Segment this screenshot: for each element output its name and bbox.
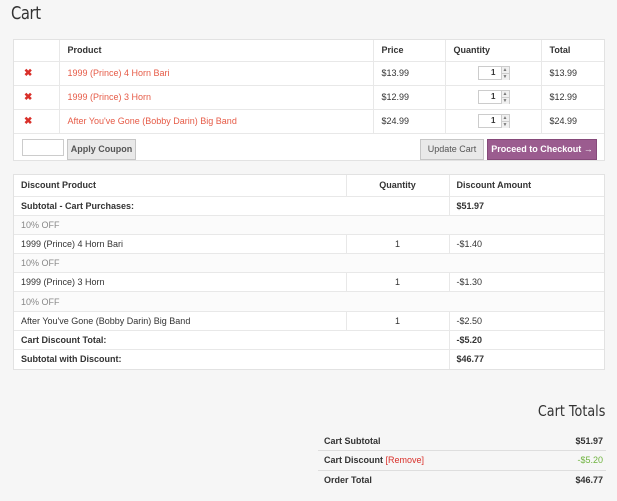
cart-price: $24.99 (373, 109, 446, 134)
cart-quantity-cell: 1 ▲ ▼ (445, 61, 542, 86)
discount-header-quantity: Quantity (346, 175, 450, 197)
cart-totals-table: Cart Subtotal $51.97 Cart Discount [Remo… (318, 431, 606, 490)
discount-subtotal-value: $51.97 (448, 196, 604, 216)
quantity-input[interactable]: 1 (479, 91, 501, 103)
quantity-input[interactable]: 1 (479, 67, 501, 79)
discount-percent: 10% OFF (14, 215, 604, 235)
discount-quantity: 1 (345, 234, 450, 255)
totals-discount-row: Cart Discount [Remove] -$5.20 (318, 450, 606, 471)
decrement-icon[interactable]: ▼ (501, 98, 509, 104)
totals-subtotal-label: Cart Subtotal (318, 431, 536, 451)
discount-header-row: Discount Product Quantity Discount Amoun… (14, 175, 604, 197)
discount-amount: -$1.40 (449, 234, 604, 255)
discount-total-row: Cart Discount Total: -$5.20 (14, 330, 604, 351)
cart-line-total: $12.99 (541, 85, 604, 110)
remove-discount-link[interactable]: [Remove] (386, 455, 425, 465)
discount-product: 1999 (Prince) 4 Horn Bari (14, 234, 346, 255)
totals-discount-value: -$5.20 (535, 450, 606, 471)
discount-percent-row: 10% OFF (14, 253, 604, 274)
subtotal-with-discount-row: Subtotal with Discount: $46.77 (14, 349, 604, 369)
cart-row: ✖ After You've Gone (Bobby Darin) Big Ba… (14, 109, 604, 134)
subtotal-with-discount-value: $46.77 (448, 349, 604, 369)
discount-header-amount: Discount Amount (449, 175, 604, 197)
quantity-spinner[interactable]: ▲ ▼ (500, 115, 509, 128)
quantity-spinner[interactable]: ▲ ▼ (500, 91, 509, 104)
discount-amount: -$2.50 (449, 311, 604, 331)
discount-total-label: Cart Discount Total: (14, 330, 449, 351)
discount-item-row: After You've Gone (Bobby Darin) Big Band… (14, 311, 604, 331)
discount-quantity: 1 (345, 311, 450, 331)
increment-icon[interactable]: ▲ (501, 91, 509, 98)
order-total-label: Order Total (324, 475, 372, 485)
cart-row: ✖ 1999 (Prince) 3 Horn $12.99 1 ▲ ▼ $12.9… (14, 85, 604, 110)
cart-price: $13.99 (373, 61, 446, 86)
totals-discount-label: Cart Discount (324, 455, 384, 466)
order-total-value: $46.77 (575, 475, 603, 485)
discount-header-product: Discount Product (14, 175, 347, 197)
cart-panel: Product Price Quantity Total ✖ 1999 (Pri… (13, 39, 605, 161)
discount-quantity: 1 (345, 272, 450, 293)
increment-icon[interactable]: ▲ (501, 115, 509, 122)
cart-line-total: $13.99 (541, 61, 604, 86)
cart-header-price: Price (373, 40, 446, 62)
discount-total-value: -$5.20 (448, 330, 604, 351)
remove-item-icon[interactable]: ✖ (14, 85, 60, 110)
quantity-stepper[interactable]: 1 ▲ ▼ (477, 114, 510, 128)
subtotal-with-discount-label: Subtotal with Discount: (21, 354, 122, 365)
discount-subtotal-label: Subtotal - Cart Purchases: (14, 196, 449, 216)
decrement-icon[interactable]: ▼ (501, 74, 509, 80)
cart-quantity-cell: 1 ▲ ▼ (445, 85, 542, 110)
cart-table: Product Price Quantity Total ✖ 1999 (Pri… (14, 40, 604, 134)
cart-actions: Apply Coupon Update Cart Proceed to Chec… (14, 134, 604, 160)
cart-product-cell: 1999 (Prince) 4 Horn Bari (59, 61, 374, 86)
remove-item-icon[interactable]: ✖ (14, 109, 60, 134)
remove-item-icon[interactable]: ✖ (14, 61, 60, 86)
discount-product: 1999 (Prince) 3 Horn (14, 272, 346, 293)
product-link[interactable]: After You've Gone (Bobby Darin) Big Band (68, 116, 237, 126)
discount-percent-row: 10% OFF (14, 215, 604, 235)
update-cart-button[interactable]: Update Cart (420, 138, 484, 160)
product-link[interactable]: 1999 (Prince) 3 Horn (68, 92, 152, 102)
cart-line-total: $24.99 (541, 109, 604, 134)
discount-panel: Discount Product Quantity Discount Amoun… (13, 174, 605, 370)
discount-subtotal-row: Subtotal - Cart Purchases: $51.97 (14, 196, 604, 216)
totals-subtotal-value: $51.97 (535, 431, 606, 451)
discount-table: Discount Product Quantity Discount Amoun… (14, 175, 604, 369)
product-link[interactable]: 1999 (Prince) 4 Horn Bari (68, 68, 170, 78)
coupon-input[interactable] (22, 138, 64, 156)
cart-totals-title: Cart Totals (537, 402, 605, 420)
apply-coupon-button[interactable]: Apply Coupon (67, 138, 136, 160)
totals-discount-label-cell: Cart Discount [Remove] (318, 450, 536, 471)
decrement-icon[interactable]: ▼ (501, 122, 509, 128)
discount-item-row: 1999 (Prince) 4 Horn Bari 1 -$1.40 (14, 234, 604, 255)
increment-icon[interactable]: ▲ (501, 67, 509, 74)
order-total-row: Order Total $46.77 (318, 470, 606, 490)
cart-price: $12.99 (373, 85, 446, 110)
discount-product: After You've Gone (Bobby Darin) Big Band (14, 311, 346, 331)
cart-product-cell: 1999 (Prince) 3 Horn (59, 85, 374, 110)
cart-header-product: Product (59, 40, 374, 62)
cart-row: ✖ 1999 (Prince) 4 Horn Bari $13.99 1 ▲ ▼ … (14, 61, 604, 86)
cart-header-row: Product Price Quantity Total (14, 40, 604, 62)
cart-header-remove (14, 40, 60, 62)
cart-header-total: Total (541, 40, 604, 62)
totals-subtotal-row: Cart Subtotal $51.97 (318, 431, 606, 451)
quantity-input[interactable]: 1 (479, 115, 501, 127)
quantity-stepper[interactable]: 1 ▲ ▼ (477, 90, 510, 104)
quantity-spinner[interactable]: ▲ ▼ (500, 67, 509, 80)
quantity-stepper[interactable]: 1 ▲ ▼ (477, 66, 510, 80)
page-title: Cart (11, 3, 41, 24)
discount-percent: 10% OFF (14, 291, 604, 312)
cart-product-cell: After You've Gone (Bobby Darin) Big Band (59, 109, 374, 134)
discount-percent-row: 10% OFF (14, 291, 604, 312)
discount-item-row: 1999 (Prince) 3 Horn 1 -$1.30 (14, 272, 604, 293)
discount-amount: -$1.30 (449, 272, 604, 293)
discount-percent: 10% OFF (14, 253, 604, 274)
cart-quantity-cell: 1 ▲ ▼ (445, 109, 542, 134)
cart-header-quantity: Quantity (445, 40, 542, 62)
proceed-to-checkout-button[interactable]: Proceed to Checkout → (487, 138, 597, 160)
